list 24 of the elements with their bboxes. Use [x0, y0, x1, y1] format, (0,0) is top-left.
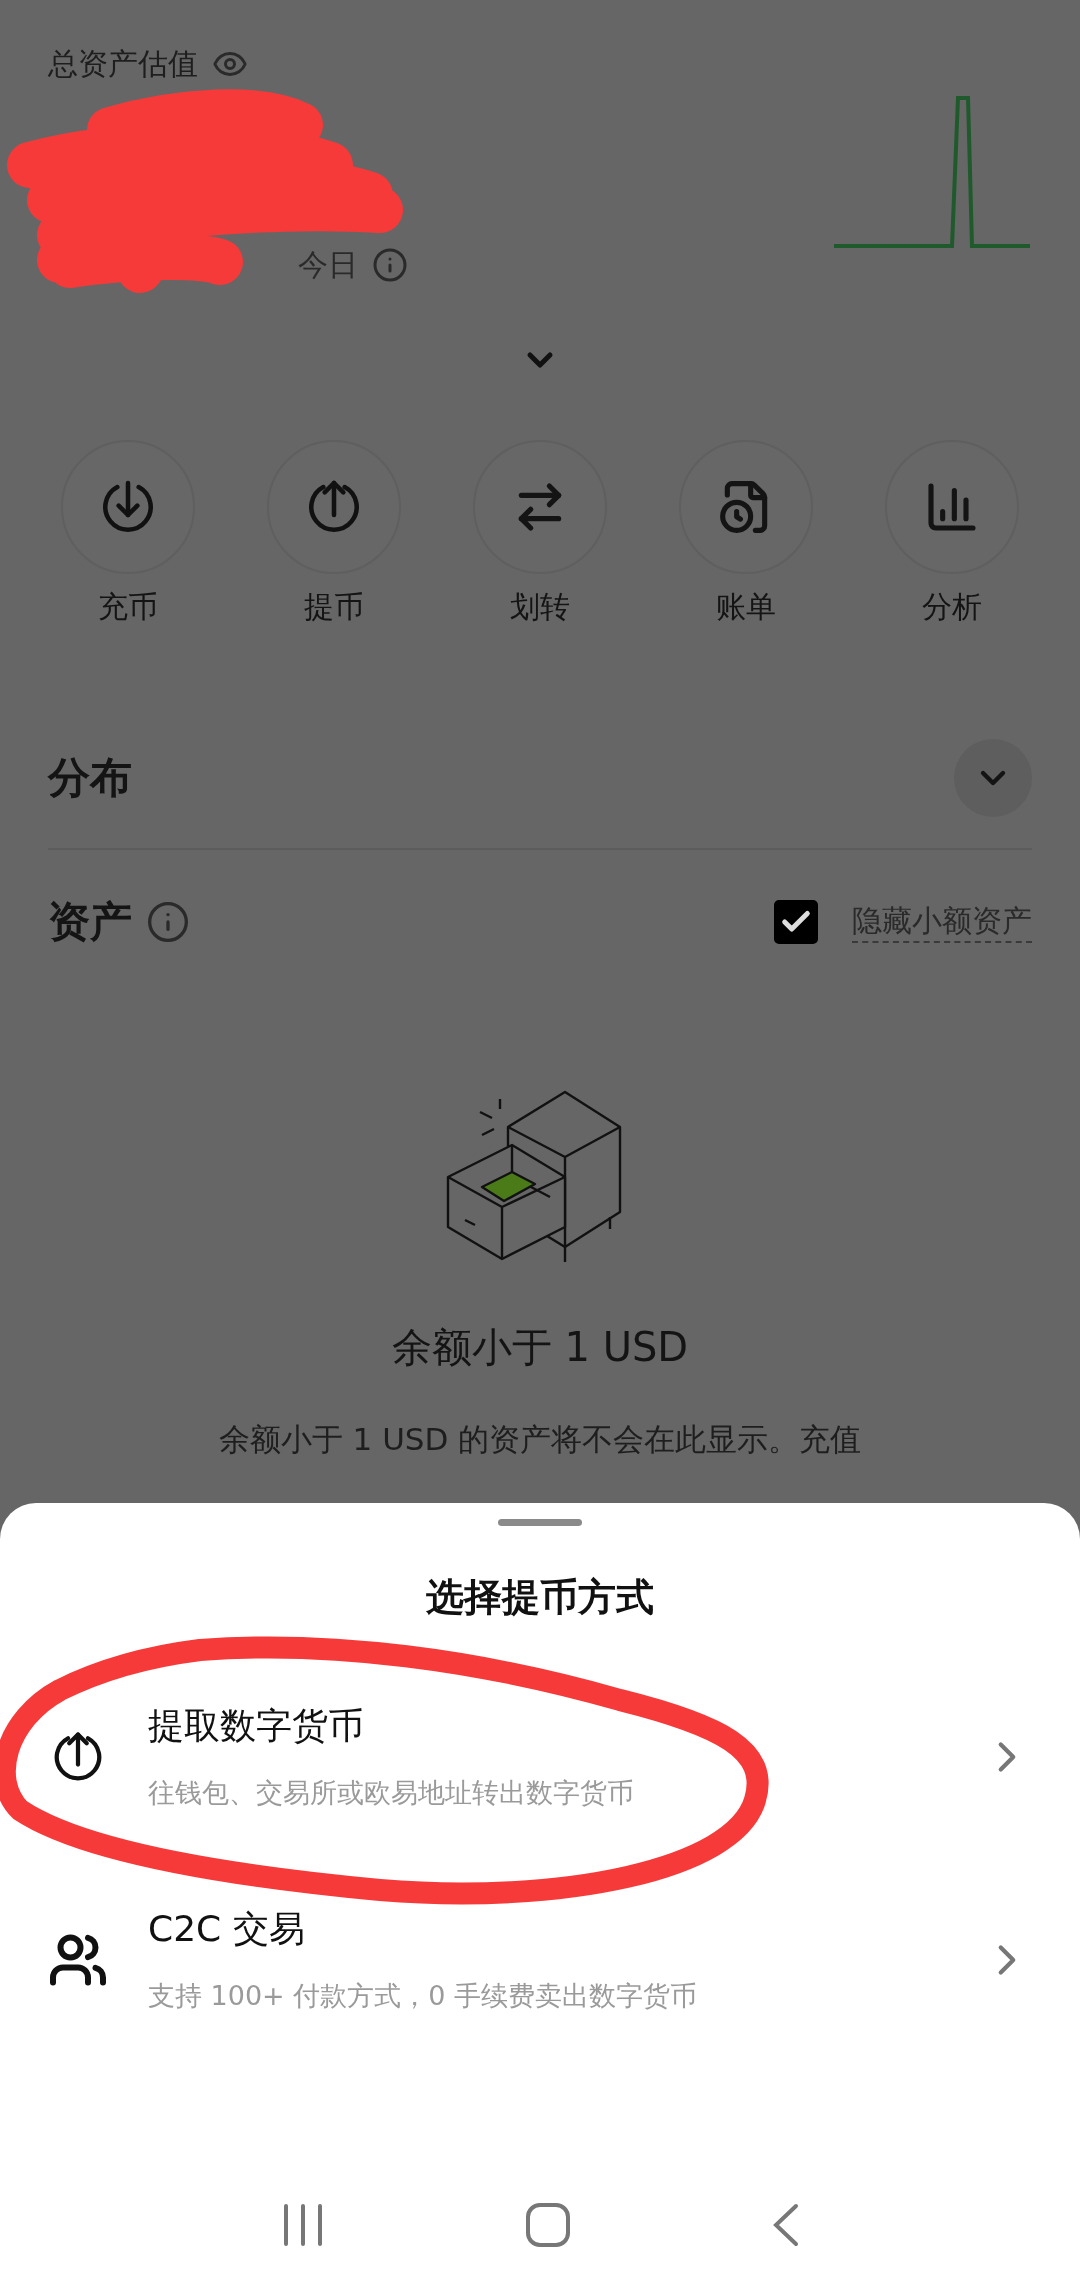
section-title: 资产 [48, 896, 132, 948]
sheet-title: 选择提币方式 [426, 1574, 654, 1621]
drag-handle[interactable] [498, 1519, 582, 1526]
home-icon[interactable] [525, 2202, 571, 2248]
info-icon[interactable] [372, 247, 408, 283]
checkbox[interactable] [774, 900, 818, 944]
total-assets-label: 总资产估值 [48, 45, 198, 83]
empty-description: 余额小于 1 USD 的资产将不会在此显示。充值 [218, 1420, 862, 1459]
option-title: 提取数字货币 [148, 1704, 365, 1748]
action-label: 充币 [98, 588, 158, 626]
info-icon[interactable] [146, 900, 190, 944]
today-label: 今日 [298, 246, 358, 284]
section-title: 分布 [48, 752, 132, 804]
empty-title: 余额小于 1 USD [391, 1323, 689, 1372]
action-label: 分析 [922, 588, 982, 626]
withdraw-option[interactable]: C2C 交易 支持 100+ 付款方式，0 手续费卖出数字货币 [0, 1860, 1080, 2063]
option-subtitle: 往钱包、交易所或欧易地址转出数字货币 [148, 1776, 635, 1810]
hide-small-assets-label: 隐藏小额资产 [852, 901, 1032, 943]
action-label: 提币 [304, 588, 364, 626]
action-label: 划转 [510, 588, 570, 626]
option-subtitle: 支持 100+ 付款方式，0 手续费卖出数字货币 [148, 1979, 699, 2013]
option-title: C2C 交易 [148, 1907, 306, 1951]
withdraw-option[interactable]: 提取数字货币 往钱包、交易所或欧易地址转出数字货币 [0, 1657, 1080, 1860]
action-label: 账单 [716, 588, 776, 626]
